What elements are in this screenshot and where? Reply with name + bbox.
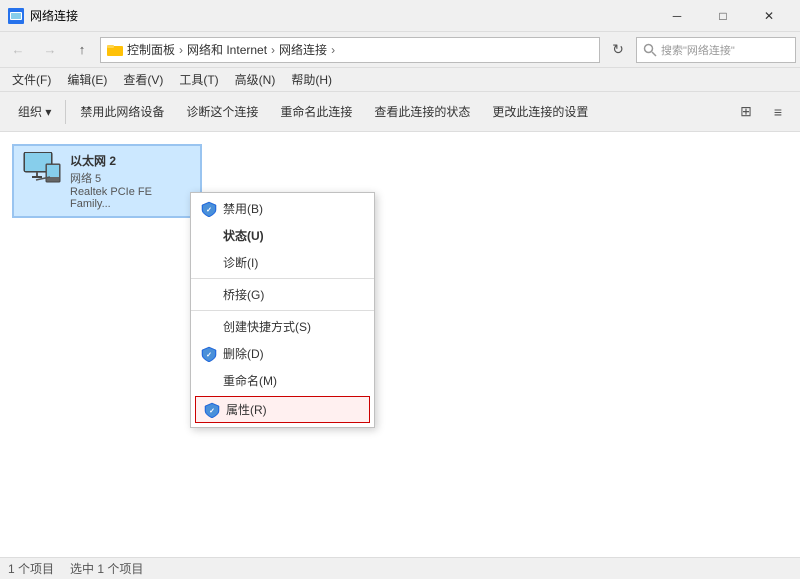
svg-text:✓: ✓ — [209, 408, 215, 415]
ctx-status[interactable]: 状态(U) — [191, 222, 374, 249]
network-adapter-icon — [22, 152, 62, 188]
breadcrumb-sep-0: › — [179, 43, 183, 57]
ctx-rename-label: 重命名(M) — [223, 372, 277, 389]
menu-help[interactable]: 帮助(H) — [283, 69, 340, 90]
window-controls: ─ □ ✕ — [654, 0, 792, 32]
main-content: 以太网 2 网络 5 Realtek PCIe FE Family... ✓ 禁… — [0, 132, 800, 557]
adapter-name: 以太网 2 — [70, 152, 192, 169]
toolbar-separator-1 — [65, 100, 66, 124]
file-area[interactable]: 以太网 2 网络 5 Realtek PCIe FE Family... ✓ 禁… — [0, 132, 800, 557]
close-button[interactable]: ✕ — [746, 0, 792, 32]
window-title: 网络连接 — [30, 7, 654, 24]
ctx-bridge[interactable]: 桥接(G) — [191, 281, 374, 308]
status-bar: 1 个项目 选中 1 个项目 — [0, 557, 800, 579]
search-box[interactable]: 搜索"网络连接" — [636, 37, 796, 63]
rename-button[interactable]: 重命名此连接 — [270, 96, 362, 128]
context-menu: ✓ 禁用(B) 状态(U) 诊断(I) 桥接(G) — [190, 192, 375, 428]
ctx-diagnose[interactable]: 诊断(I) — [191, 249, 374, 276]
ctx-disable-label: 禁用(B) — [223, 200, 263, 217]
view-status-button[interactable]: 查看此连接的状态 — [364, 96, 480, 128]
ctx-shortcut[interactable]: 创建快捷方式(S) — [191, 313, 374, 340]
breadcrumb-item-0[interactable]: 控制面板 — [127, 41, 175, 58]
menu-edit[interactable]: 编辑(E) — [59, 69, 115, 90]
adapter-network: 网络 5 — [70, 170, 192, 186]
status-count: 1 个项目 — [8, 560, 54, 577]
adapter-driver: Realtek PCIe FE Family... — [70, 186, 192, 210]
maximize-button[interactable]: □ — [700, 0, 746, 32]
breadcrumb-sep-2: › — [331, 43, 335, 57]
svg-text:✓: ✓ — [206, 352, 212, 359]
ctx-sep-1 — [191, 278, 374, 279]
address-box[interactable]: 控制面板 › 网络和 Internet › 网络连接 › — [100, 37, 600, 63]
refresh-button[interactable]: ↻ — [604, 36, 632, 64]
organize-button[interactable]: 组织 ▾ — [8, 96, 61, 128]
window-icon — [8, 8, 24, 24]
ctx-diagnose-label: 诊断(I) — [223, 254, 258, 271]
svg-text:✓: ✓ — [206, 207, 212, 214]
ctx-bridge-label: 桥接(G) — [223, 286, 264, 303]
menu-view[interactable]: 查看(V) — [115, 69, 171, 90]
forward-button[interactable]: → — [36, 36, 64, 64]
diagnose-button[interactable]: 诊断这个连接 — [176, 96, 268, 128]
address-bar: ← → ↑ 控制面板 › 网络和 Internet › 网络连接 › ↻ 搜索"… — [0, 32, 800, 68]
minimize-button[interactable]: ─ — [654, 0, 700, 32]
title-bar: 网络连接 ─ □ ✕ — [0, 0, 800, 32]
ctx-status-label: 状态(U) — [223, 227, 264, 244]
breadcrumb-item-1[interactable]: 网络和 Internet — [187, 41, 267, 58]
toolbar: 组织 ▾ 禁用此网络设备 诊断这个连接 重命名此连接 查看此连接的状态 更改此连… — [0, 92, 800, 132]
ctx-properties-label: 属性(R) — [226, 401, 267, 418]
menu-bar: 文件(F) 编辑(E) 查看(V) 工具(T) 高级(N) 帮助(H) — [0, 68, 800, 92]
breadcrumb-item-2[interactable]: 网络连接 — [279, 41, 327, 58]
toolbar-right: ⊞ ≡ — [732, 98, 792, 126]
ctx-properties[interactable]: ✓ 属性(R) — [195, 396, 370, 423]
adapter-info: 以太网 2 网络 5 Realtek PCIe FE Family... — [70, 152, 192, 210]
menu-file[interactable]: 文件(F) — [4, 69, 59, 90]
ctx-sep-2 — [191, 310, 374, 311]
shield-icon-delete: ✓ — [201, 346, 217, 362]
ctx-delete[interactable]: ✓ 删除(D) — [191, 340, 374, 367]
view-options-button[interactable]: ⊞ — [732, 98, 760, 126]
breadcrumb-sep-1: › — [271, 43, 275, 57]
status-selected: 选中 1 个项目 — [70, 560, 143, 577]
folder-icon — [107, 42, 123, 58]
back-button[interactable]: ← — [4, 36, 32, 64]
ctx-delete-label: 删除(D) — [223, 345, 264, 362]
ctx-rename[interactable]: 重命名(M) — [191, 367, 374, 394]
ctx-disable[interactable]: ✓ 禁用(B) — [191, 195, 374, 222]
search-placeholder: 搜索"网络连接" — [661, 42, 735, 58]
shield-icon-properties: ✓ — [204, 402, 220, 418]
adapter-item[interactable]: 以太网 2 网络 5 Realtek PCIe FE Family... — [12, 144, 202, 218]
shield-icon-disable: ✓ — [201, 201, 217, 217]
ctx-shortcut-label: 创建快捷方式(S) — [223, 318, 311, 335]
breadcrumb: 控制面板 › 网络和 Internet › 网络连接 › — [127, 41, 337, 58]
menu-advanced[interactable]: 高级(N) — [227, 69, 284, 90]
up-button[interactable]: ↑ — [68, 36, 96, 64]
view-toggle-button[interactable]: ≡ — [764, 98, 792, 126]
change-settings-button[interactable]: 更改此连接的设置 — [482, 96, 598, 128]
menu-tools[interactable]: 工具(T) — [171, 69, 226, 90]
search-icon — [643, 43, 657, 57]
disable-button[interactable]: 禁用此网络设备 — [70, 96, 174, 128]
